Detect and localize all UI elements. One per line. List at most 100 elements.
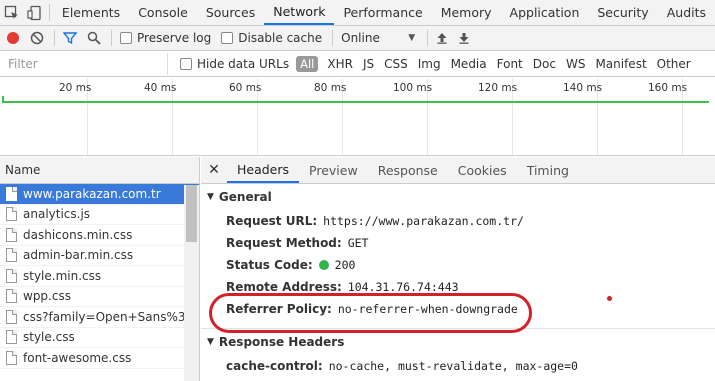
type-filter-media[interactable]: Media — [451, 57, 487, 71]
throttling-select[interactable]: Online ▼ — [341, 31, 415, 45]
type-filter-css[interactable]: CSS — [384, 57, 408, 71]
filter-bar: Filter Hide data URLs All XHR JS CSS Img… — [0, 52, 715, 77]
tab-performance[interactable]: Performance — [334, 0, 431, 25]
tab-network[interactable]: Network — [264, 0, 335, 25]
tab-memory[interactable]: Memory — [432, 0, 501, 25]
preserve-log-label: Preserve log — [137, 31, 212, 45]
filter-icon[interactable] — [63, 31, 77, 45]
clear-icon[interactable] — [30, 31, 44, 45]
type-filter-other[interactable]: Other — [657, 57, 691, 71]
file-icon — [6, 248, 17, 263]
request-row[interactable]: css?family=Open+Sans%3A40 — [0, 307, 199, 328]
request-method-row: Request Method: GET — [201, 232, 715, 254]
tab-security[interactable]: Security — [588, 0, 657, 25]
type-filter-doc[interactable]: Doc — [533, 57, 556, 71]
request-name: www.parakazan.com.tr — [23, 186, 161, 201]
header-key: Status Code: — [226, 258, 313, 272]
request-url-row: Request URL: https://www.parakazan.com.t… — [201, 210, 715, 232]
request-name: font-awesome.css — [23, 350, 132, 365]
timeline-tick-label: 80 ms — [314, 82, 347, 94]
request-name: css?family=Open+Sans%3A40 — [23, 309, 200, 324]
file-icon — [6, 309, 17, 324]
timeline-overview[interactable]: 20 ms 40 ms 60 ms 80 ms 100 ms 120 ms 14… — [0, 78, 715, 156]
header-value: no-cache, must-revalidate, max-age=0 — [328, 359, 578, 373]
type-filter-manifest[interactable]: Manifest — [595, 57, 646, 71]
type-filter-img[interactable]: Img — [418, 57, 441, 71]
tab-preview[interactable]: Preview — [299, 157, 368, 183]
request-row[interactable]: style.css — [0, 328, 199, 348]
timeline-tick-label: 60 ms — [229, 82, 262, 94]
disable-cache-checkbox[interactable]: Disable cache — [221, 31, 322, 45]
scrollbar[interactable] — [184, 185, 199, 381]
type-filter-ws[interactable]: WS — [566, 57, 585, 71]
header-value: https://www.parakazan.com.tr/ — [323, 214, 524, 228]
export-har-icon[interactable] — [458, 32, 470, 44]
request-name: dashicons.min.css — [23, 227, 133, 242]
search-icon[interactable] — [87, 31, 101, 45]
file-icon — [6, 268, 17, 283]
file-icon — [6, 350, 17, 365]
toolbar-divider — [332, 30, 334, 46]
inspect-element-icon[interactable] — [0, 0, 23, 25]
tab-response[interactable]: Response — [368, 157, 448, 183]
timeline-tick-label: 140 ms — [563, 82, 603, 94]
tab-audits[interactable]: Audits — [658, 0, 715, 25]
request-name: style.min.css — [23, 268, 102, 283]
tab-application[interactable]: Application — [501, 0, 589, 25]
device-toolbar-icon[interactable] — [23, 0, 46, 25]
tab-timing[interactable]: Timing — [517, 157, 579, 183]
file-icon — [6, 289, 17, 304]
scrollbar-thumb[interactable] — [186, 185, 197, 242]
name-column-header[interactable]: Name — [0, 157, 199, 184]
section-title: Response Headers — [218, 335, 345, 349]
file-icon — [6, 207, 17, 222]
timeline-tick-label: 160 ms — [648, 82, 688, 94]
request-row[interactable]: font-awesome.css — [0, 348, 199, 369]
timeline-tick-label: 20 ms — [59, 82, 92, 94]
type-filter-font[interactable]: Font — [497, 57, 523, 71]
type-filter-xhr[interactable]: XHR — [327, 57, 353, 71]
highlight-annotation — [209, 293, 532, 333]
request-row[interactable]: www.parakazan.com.tr — [0, 184, 199, 205]
section-title: General — [218, 190, 272, 204]
preserve-log-checkbox[interactable]: Preserve log — [120, 31, 211, 45]
request-row[interactable]: dashicons.min.css — [0, 225, 199, 246]
request-row[interactable]: style.min.css — [0, 266, 199, 287]
record-button[interactable] — [6, 31, 20, 45]
tab-headers[interactable]: Headers — [227, 157, 300, 183]
filter-input[interactable]: Filter — [0, 53, 168, 75]
type-filter-all[interactable]: All — [296, 56, 319, 72]
request-row[interactable]: wpp.css — [0, 287, 199, 307]
hide-data-urls-label: Hide data URLs — [197, 57, 290, 71]
import-har-icon[interactable] — [436, 32, 448, 44]
close-icon[interactable]: ✕ — [201, 157, 227, 183]
network-toolbar: Preserve log Disable cache Online ▼ — [0, 26, 715, 51]
checkbox-box[interactable] — [120, 32, 132, 44]
tab-console[interactable]: Console — [129, 0, 197, 25]
tab-elements[interactable]: Elements — [53, 0, 129, 25]
request-list: Name www.parakazan.com.tr analytics.js d… — [0, 157, 200, 381]
hide-data-urls-checkbox[interactable] — [180, 58, 192, 70]
tab-sources[interactable]: Sources — [197, 0, 264, 25]
request-name: admin-bar.min.css — [23, 248, 134, 263]
annotation-dot — [607, 296, 612, 301]
header-value: GET — [347, 236, 369, 250]
toolbar-divider — [49, 4, 50, 21]
triangle-down-icon: ▼ — [207, 337, 214, 347]
general-section-header[interactable]: ▼ General — [201, 184, 715, 210]
tab-cookies[interactable]: Cookies — [448, 157, 517, 183]
toolbar-divider — [427, 30, 429, 46]
file-icon — [6, 330, 17, 345]
checkbox-box[interactable] — [221, 32, 234, 44]
throttling-value: Online — [341, 31, 380, 45]
header-key: cache-control: — [226, 359, 323, 373]
file-icon — [6, 227, 17, 242]
toolbar-divider — [111, 30, 112, 46]
status-ok-icon — [318, 260, 329, 270]
type-filter-js[interactable]: JS — [363, 57, 374, 71]
disable-cache-label: Disable cache — [238, 31, 323, 45]
header-value: 104.31.76.74:443 — [347, 280, 459, 294]
request-row[interactable]: analytics.js — [0, 205, 199, 225]
chevron-down-icon: ▼ — [408, 33, 416, 43]
request-row[interactable]: admin-bar.min.css — [0, 246, 199, 266]
